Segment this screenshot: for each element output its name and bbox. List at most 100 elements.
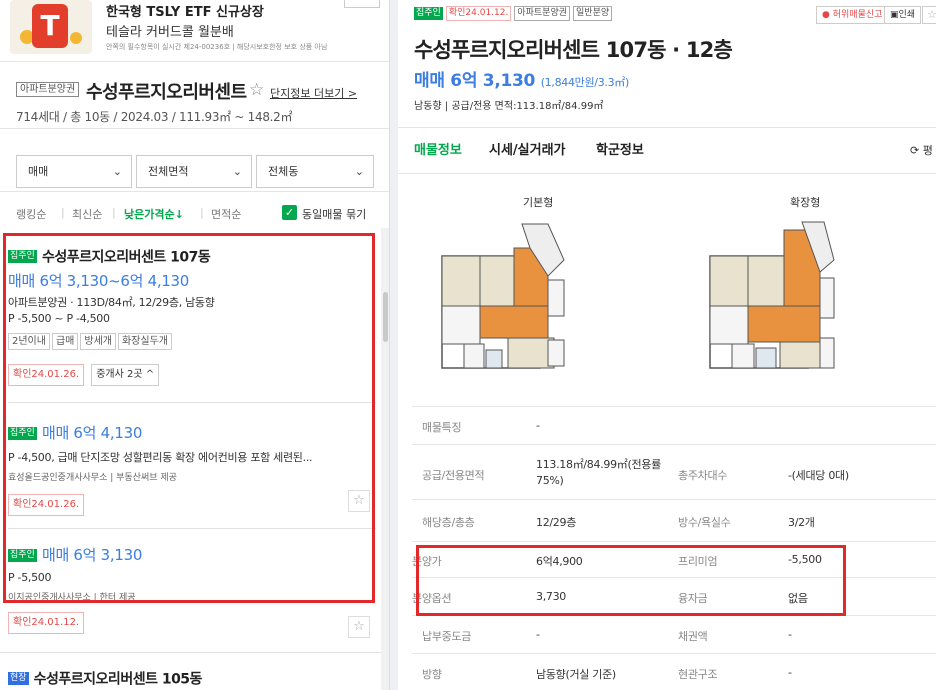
report-label: 허위매물신고 xyxy=(832,10,883,20)
list-item[interactable]: 집주인 매매 6억 3,130 P -5,500 이지공인중개사사무소 | 한터… xyxy=(8,544,376,644)
divider xyxy=(8,528,376,529)
table-row: 방향 남동향(거실 기준) 현관구조 - xyxy=(412,653,936,690)
sort-divider: | xyxy=(200,206,204,219)
cell-key: 납부중도금 xyxy=(422,630,472,643)
cell-key: 해당층/총층 xyxy=(422,516,475,529)
cell-value: 3/2개 xyxy=(788,516,815,529)
cell-key: 분양옵션 xyxy=(412,592,452,605)
chevron-down-icon: ⌄ xyxy=(112,165,122,178)
table-row: 매물특징 - xyxy=(412,406,936,444)
building-select[interactable]: 전체동 ⌄ xyxy=(256,155,374,188)
favorite-star-icon[interactable]: ☆ xyxy=(249,80,264,100)
ad-banner[interactable]: T 한국형 TSLY ETF 신규상장 테슬라 커버드콜 월분배 안쪽의 필수항… xyxy=(0,0,389,62)
listing-price: 매매 6억 3,130~6억 4,130 xyxy=(8,272,190,290)
trade-type-select[interactable]: 매매 ⌄ xyxy=(16,155,132,188)
sort-divider: | xyxy=(112,206,116,219)
tab-school-info[interactable]: 학군정보 xyxy=(596,139,644,158)
building-label: 전체동 xyxy=(268,165,299,178)
brokers-toggle[interactable]: 중개사 2곳 ^ xyxy=(91,364,160,386)
cell-value: - xyxy=(788,628,792,641)
cell-key: 방수/욕실수 xyxy=(678,516,731,529)
table-row: 납부중도금 - 채권액 - xyxy=(412,615,936,653)
table-row: 공급/전용면적 113.18㎡/84.99㎡(전용률75%) 총주차대수 -(세… xyxy=(412,444,936,499)
chip: 화장실두개 xyxy=(117,333,172,350)
ad-fine-print: 안쪽의 필수항목이 실시간 제24-00236호 | 해당시보호한정 보호 상품… xyxy=(106,43,328,51)
owner-tag: 집주인 xyxy=(8,427,37,440)
ad-subtitle: 테슬라 커버드콜 월분배 xyxy=(106,25,234,40)
sale-type-tag: 일반분양 xyxy=(573,6,613,21)
scrollbar-thumb[interactable] xyxy=(383,292,388,342)
cell-value: 없음 xyxy=(788,592,808,605)
complex-name: 수성푸르지오리버센트 xyxy=(86,82,247,103)
complex-info: 714세대 / 총 10동 / 2024.03 / 111.93㎡ ~ 148.… xyxy=(16,110,293,124)
chip: 2년이내 xyxy=(8,333,50,350)
print-label: 인쇄 xyxy=(898,10,916,20)
sort-lowest-price[interactable]: 낮은가격순↓ xyxy=(124,206,184,222)
ad-logo: T xyxy=(10,0,92,54)
listing-detail: 아파트분양권 · 113D/84㎡, 12/29층, 남동향 xyxy=(8,296,215,309)
siren-icon: ● xyxy=(822,10,830,20)
listing-title: 수성푸르지오리버센트 107동 xyxy=(41,249,211,266)
app-root: T 한국형 TSLY ETF 신규상장 테슬라 커버드콜 월분배 안쪽의 필수항… xyxy=(0,0,936,690)
price-per-area: (1,844만원/3.3㎡) xyxy=(540,76,630,89)
star-icon[interactable]: ☆ xyxy=(348,490,370,512)
filter-bar: 매매 ⌄ 전체면적 ⌄ 전체동 ⌄ xyxy=(0,130,389,192)
same-listing-checkbox[interactable]: ✓ xyxy=(282,205,297,220)
ad-title: 한국형 TSLY ETF 신규상장 xyxy=(106,5,264,20)
sort-area[interactable]: 면적순 xyxy=(211,206,241,222)
list-item[interactable]: 집주인 수성푸르지오리버센트 107동 매매 6억 3,130~6억 4,130… xyxy=(8,246,376,386)
detail-price: 매매 6억 3,130 xyxy=(414,71,536,91)
table-row: 해당층/총층 12/29층 방수/욕실수 3/2개 xyxy=(412,499,936,541)
print-icon: ▣ xyxy=(890,10,899,20)
complex-type-tag: 아파트분양권 xyxy=(16,82,80,97)
cell-value: 남동향(거실 기준) xyxy=(536,668,616,681)
print-button[interactable]: ▣인쇄 xyxy=(884,6,922,24)
confirm-date: 확인24.01.26. xyxy=(8,494,85,516)
area-label: 전체면적 xyxy=(148,165,189,178)
refresh-button[interactable]: ⟳ 평 xyxy=(910,142,933,158)
owner-tag: 집주인 xyxy=(8,549,37,562)
refresh-icon: ⟳ xyxy=(910,144,920,157)
listing-chips: 2년이내 급매 방세개 화장실두개 xyxy=(8,329,376,350)
area-select[interactable]: 전체면적 ⌄ xyxy=(136,155,252,188)
chevron-down-icon: ⌄ xyxy=(354,165,364,178)
cell-key: 매물특징 xyxy=(422,421,462,434)
cell-value: - xyxy=(788,666,792,679)
cell-key: 채권액 xyxy=(678,630,708,643)
floorplan-basic-image[interactable] xyxy=(438,220,568,380)
divider xyxy=(398,127,936,128)
sort-latest[interactable]: 최신순 xyxy=(72,206,102,222)
detail-tags: 집주인 확인24.01.12. 아파트분양권 일반분양 xyxy=(414,6,615,21)
list-item[interactable]: 집주인 매매 6억 4,130 P -4,500, 급매 단지조망 성할편리동 … xyxy=(8,422,376,522)
listing-price: 매매 6억 4,130 xyxy=(41,424,143,442)
divider xyxy=(398,173,936,174)
cell-value: 6억4,900 xyxy=(536,555,583,568)
listing-agency: 이지공인중개사사무소 | 한터 제공 xyxy=(8,593,136,603)
floorplan-extended-image[interactable] xyxy=(706,220,836,380)
floorplan-label: 확장형 xyxy=(790,196,821,209)
cell-key: 총주차대수 xyxy=(678,469,728,482)
site-tag: 현장 xyxy=(8,672,29,685)
detail-panel: 집주인 확인24.01.12. 아파트분양권 일반분양 ● 허위매물신고 ▣인쇄 ☆ … xyxy=(398,0,936,690)
chip: 급매 xyxy=(51,333,79,350)
cell-value: 12/29층 xyxy=(536,516,577,529)
star-icon[interactable]: ☆ xyxy=(922,6,936,24)
report-button[interactable]: ● 허위매물신고 xyxy=(816,6,889,24)
cell-key: 프리미엄 xyxy=(678,555,718,568)
tab-price-history[interactable]: 시세/실거래가 xyxy=(489,139,566,158)
trade-type-label: 매매 xyxy=(28,165,49,178)
star-icon[interactable]: ☆ xyxy=(348,616,370,638)
listing-detail: P -4,500, 급매 단지조망 성할편리동 확장 에어컨비용 포함 세련된.… xyxy=(8,451,313,464)
cell-key: 공급/전용면적 xyxy=(422,469,485,482)
chevron-down-icon: ⌄ xyxy=(232,165,242,178)
list-item[interactable]: 현장 수성푸르지오리버센트 105동 xyxy=(8,668,376,689)
tab-listing-info[interactable]: 매물정보 xyxy=(414,139,462,158)
cell-key: 현관구조 xyxy=(678,668,718,681)
detail-title: 수성푸르지오리버센트 107동 · 12층 xyxy=(414,38,733,62)
cell-key: 융자금 xyxy=(678,592,708,605)
cell-value: 3,730 xyxy=(536,590,566,603)
sort-ranking[interactable]: 랭킹순 xyxy=(16,206,46,222)
listing-price: 매매 6억 3,130 xyxy=(41,546,143,564)
same-listing-label: 동일매물 묶기 xyxy=(302,208,367,221)
complex-more-link[interactable]: 단지정보 더보기 > xyxy=(270,85,357,101)
